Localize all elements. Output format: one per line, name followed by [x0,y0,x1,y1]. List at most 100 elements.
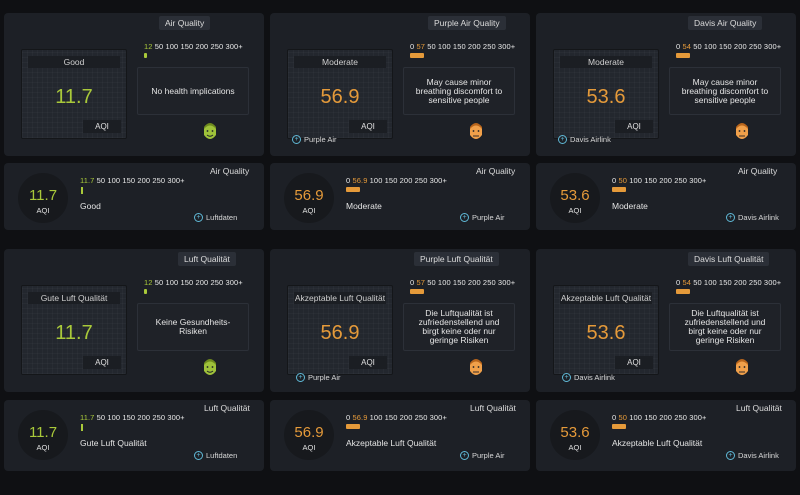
aqi-marker-value: 50 [618,413,628,422]
aqi-indicator-bar [81,424,83,431]
source-link[interactable]: + Purple Air [292,135,337,144]
aqi-scale-ticks: 100 150 200 250 300+ [629,413,707,422]
aqi-value: 11.7 [28,187,58,204]
aqi-card-large: Purple Air Quality Moderate 56.9 AQI 0 5… [270,13,530,156]
aqi-unit: AQI [36,206,50,215]
plus-circle-icon: + [558,135,567,144]
aqi-card-small: Luft Qualität 53.6 AQI 0 50 100 150 200 2… [536,400,796,471]
source-link[interactable]: + Purple Air [460,451,505,460]
aqi-panel: Akzeptable Luft Qualität 56.9 AQI [287,285,393,375]
aqi-scale: 0 57 50 100 150 200 250 300+ [410,42,516,51]
aqi-scale: 11.7 50 100 150 200 250 300+ [80,413,185,422]
aqi-card-large: Purple Luft Qualität Akzeptable Luft Qua… [270,249,530,392]
aqi-marker-value: 54 [682,42,692,51]
card-title: Air Quality [159,16,211,30]
health-description: May cause minor breathing discomfort to … [669,67,781,115]
source-label: Purple Air [308,373,341,382]
aqi-scale-ticks: 100 150 200 250 300+ [369,176,447,185]
source-link[interactable]: + Davis Airlink [726,451,779,460]
source-link[interactable]: + Purple Air [296,373,341,382]
aqi-unit: AQI [302,443,316,452]
aqi-indicator-bar [144,53,147,58]
aqi-indicator-bar [410,289,424,294]
face-icon [201,357,219,379]
aqi-card-large: Davis Luft Qualität Akzeptable Luft Qual… [536,249,796,392]
aqi-indicator-bar [612,187,626,192]
aqi-marker-value: 11.7 [80,176,95,185]
source-link[interactable]: + Davis Airlink [562,373,615,382]
face-icon [467,357,485,379]
aqi-unit: AQI [568,206,582,215]
aqi-marker-value: 50 [618,176,628,185]
aqi-indicator-bar [410,53,424,58]
aqi-unit: AQI [349,120,387,133]
aqi-marker-value: 12 [144,42,153,51]
aqi-scale-ticks: 50 100 150 200 250 300+ [96,413,185,422]
aqi-value: 56.9 [294,187,324,204]
aqi-status: Akzeptable Luft Qualität [612,438,703,448]
source-label: Davis Airlink [738,213,779,222]
aqi-panel: Gute Luft Qualität 11.7 AQI [21,285,127,375]
aqi-scale-ticks: 50 100 150 200 250 300+ [154,42,243,51]
card-title: Purple Air Quality [428,16,506,30]
aqi-value: 11.7 [55,86,93,108]
aqi-card-large: Luft Qualität Gute Luft Qualität 11.7 AQ… [4,249,264,392]
source-link[interactable]: + Luftdaten [194,213,237,222]
plus-circle-icon: + [194,451,203,460]
source-link[interactable]: + Davis Airlink [726,213,779,222]
plus-circle-icon: + [726,213,735,222]
card-title: Luft Qualität [178,252,236,266]
aqi-level-label: Akzeptable Luft Qualität [294,292,386,304]
health-description: Die Luftqualität ist zufriedenstellend u… [669,303,781,351]
card-title: Luft Qualität [736,403,782,413]
aqi-panel: Good 11.7 AQI [21,49,127,139]
aqi-gauge: 11.7 AQI [18,173,68,223]
aqi-status: Good [80,201,101,211]
source-label: Davis Airlink [570,135,611,144]
source-label: Purple Air [304,135,337,144]
source-link[interactable]: + Luftdaten [194,451,237,460]
aqi-unit: AQI [36,443,50,452]
aqi-scale-ticks: 50 100 150 200 250 300+ [693,42,782,51]
aqi-indicator-bar [346,424,360,429]
aqi-scale-ticks: 50 100 150 200 250 300+ [427,42,516,51]
source-link[interactable]: + Davis Airlink [558,135,611,144]
plus-circle-icon: + [194,213,203,222]
aqi-level-label: Moderate [294,56,386,68]
aqi-scale: 0 50 100 150 200 250 300+ [612,413,707,422]
aqi-marker-value: 56.9 [352,413,368,422]
aqi-unit: AQI [302,206,316,215]
aqi-gauge: 56.9 AQI [284,173,334,223]
card-title: Luft Qualität [470,403,516,413]
aqi-gauge: 53.6 AQI [550,173,600,223]
source-label: Luftdaten [206,213,238,222]
aqi-status: Moderate [346,201,382,211]
aqi-indicator-bar [144,289,147,294]
aqi-indicator-bar [676,53,690,58]
aqi-scale-ticks: 100 150 200 250 300+ [629,176,707,185]
aqi-value: 53.6 [560,187,590,204]
aqi-value: 53.6 [586,86,626,108]
aqi-scale: 0 54 50 100 150 200 250 300+ [676,278,782,287]
aqi-scale: 11.7 50 100 150 200 250 300+ [80,176,185,185]
aqi-indicator-bar [676,289,690,294]
aqi-scale-ticks: 50 100 150 200 250 300+ [96,176,185,185]
source-link[interactable]: + Purple Air [460,213,505,222]
aqi-value: 53.6 [586,322,626,344]
aqi-marker-value: 12 [144,278,153,287]
plus-circle-icon: + [460,213,469,222]
source-label: Luftdaten [206,451,238,460]
plus-circle-icon: + [460,451,469,460]
aqi-marker-value: 56.9 [352,176,368,185]
aqi-value: 11.7 [55,322,93,344]
card-title: Purple Luft Qualität [414,252,499,266]
aqi-scale: 0 56.9 100 150 200 250 300+ [346,176,447,185]
aqi-indicator-bar [81,187,83,194]
aqi-panel: Moderate 56.9 AQI [287,49,393,139]
source-label: Davis Airlink [738,451,779,460]
aqi-gauge: 11.7 AQI [18,410,68,460]
health-description: May cause minor breathing discomfort to … [403,67,515,115]
face-icon [201,121,219,143]
aqi-status: Gute Luft Qualität [80,438,147,448]
aqi-gauge: 53.6 AQI [550,410,600,460]
